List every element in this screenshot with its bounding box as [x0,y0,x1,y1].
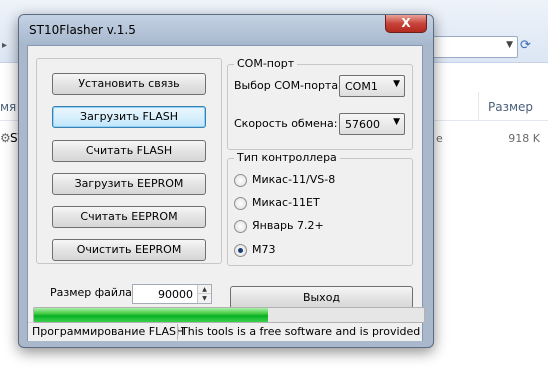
controller-type-group-title: Тип контроллера [234,151,340,164]
exit-button[interactable]: Выход [230,286,413,309]
actions-group: Установить связь Загрузить FLASH Считать… [36,58,222,264]
com-port-group-title: COM-порт [234,57,298,70]
radio-mikas-11-vs8[interactable] [234,174,247,187]
spin-up-icon[interactable]: ▲ [198,285,211,294]
spin-buttons: ▲ ▼ [197,285,211,303]
file-size: 918 K [508,132,540,145]
radio-mikas-11et[interactable] [234,197,247,210]
st10flasher-window: ST10Flasher v.1.5 X Установить связь Заг… [18,14,434,348]
column-separator[interactable] [478,92,479,120]
status-message: This tools is a free software and is pro… [181,325,422,338]
file-size-label: Размер файла: [50,286,136,299]
chevron-down-icon[interactable]: ▼ [393,79,400,89]
load-eeprom-button[interactable]: Загрузить EEPROM [52,173,206,195]
column-header-name[interactable]: мя [0,100,16,114]
explorer-address-bar[interactable]: ▼ [432,36,518,58]
radio-label-mikas-11et[interactable]: Микас-11ET [252,196,320,209]
radio-selected-dot [238,248,243,253]
com-port-group: COM-порт Выбор COM-порта: COM1 ▼ Скорост… [227,57,413,150]
clear-eeprom-button[interactable]: Очистить EEPROM [52,239,206,261]
baud-rate-select[interactable]: 57600 ▼ [339,113,405,135]
spin-down-icon[interactable]: ▼ [198,294,211,303]
window-titlebar[interactable]: ST10Flasher v.1.5 X [19,15,433,45]
chevron-down-icon[interactable]: ▼ [393,117,400,127]
window-client-area: Установить связь Загрузить FLASH Считать… [27,45,423,341]
window-title: ST10Flasher v.1.5 [29,23,136,37]
radio-january-72[interactable] [234,220,247,233]
status-bar: Программирование FLASH This tools is a f… [28,322,422,341]
read-eeprom-button[interactable]: Считать EEPROM [52,206,206,228]
status-operation: Программирование FLASH [32,325,185,338]
file-type: e [436,132,443,145]
com-port-value: COM1 [345,80,378,93]
connect-button[interactable]: Установить связь [52,73,206,95]
read-flash-button[interactable]: Считать FLASH [52,140,206,162]
radio-label-m73[interactable]: M73 [252,243,276,256]
baud-rate-value: 57600 [345,118,380,131]
status-separator [177,324,178,340]
progress-fill [34,308,268,322]
com-port-label: Выбор COM-порта: [234,79,342,92]
load-flash-button[interactable]: Загрузить FLASH [52,106,206,128]
com-port-select[interactable]: COM1 ▼ [339,75,405,97]
progress-bar [33,307,425,323]
close-button[interactable]: X [385,15,427,33]
column-header-size[interactable]: Размер [488,100,533,114]
file-size-stepper[interactable]: 90000 ▲ ▼ [132,284,212,304]
chevron-down-icon[interactable]: ▼ [506,40,513,50]
radio-label-mikas-11-vs8[interactable]: Микас-11/VS-8 [252,173,335,186]
baud-rate-label: Скорость обмена: [234,117,338,130]
close-icon: X [401,16,411,30]
file-size-value: 90000 [158,288,193,301]
nav-back-icon[interactable]: ▸ [2,40,14,52]
radio-label-january-72[interactable]: Январь 7.2+ [252,219,324,232]
radio-m73[interactable] [234,244,247,257]
refresh-icon[interactable]: ⟳ [520,38,531,53]
controller-type-group: Тип контроллера Микас-11/VS-8 Микас-11ET… [227,151,413,266]
